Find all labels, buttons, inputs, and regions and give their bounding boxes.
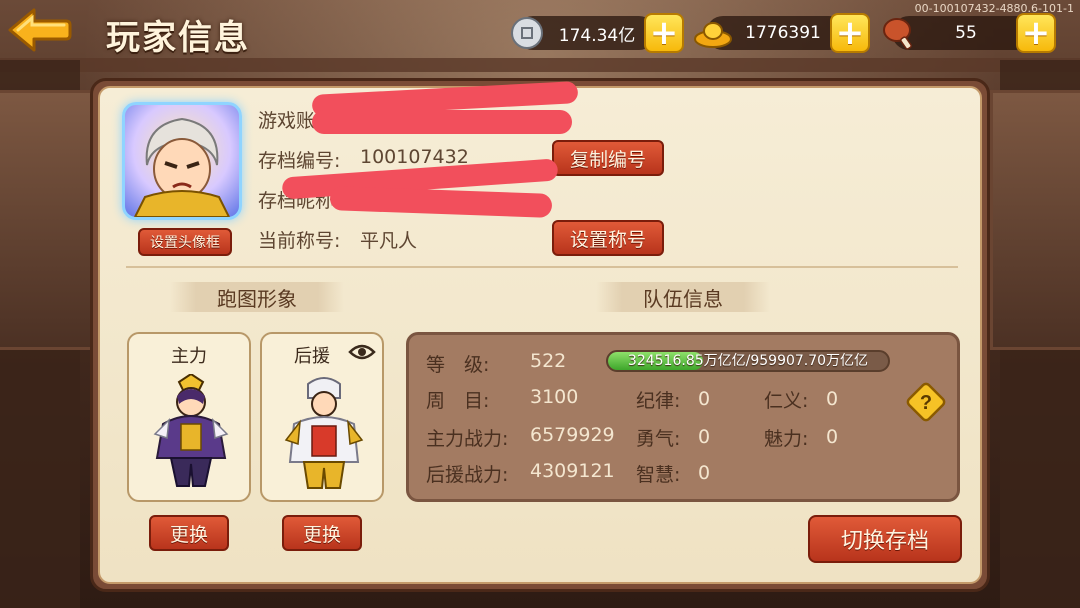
add-stamina-button[interactable]: +	[1016, 13, 1056, 53]
avatar-portrait	[133, 117, 231, 217]
switch-save-label: 切换存档	[840, 529, 929, 554]
plus-icon: +	[649, 13, 679, 53]
support-power-label: 后援战力:	[426, 464, 509, 486]
account-label: 游戏账	[258, 110, 316, 132]
support-character-card[interactable]: 后援	[260, 332, 384, 502]
stamina-value: 55	[955, 23, 977, 43]
section-divider	[126, 266, 958, 268]
exp-progress-bar: 324516.85万亿亿/959907.70万亿亿	[606, 350, 890, 372]
silver-coin-icon	[506, 12, 548, 54]
level-label: 等 级:	[426, 354, 490, 376]
redaction-mark	[312, 110, 572, 134]
main-power-value: 6579929	[530, 424, 615, 446]
charm-value: 0	[826, 426, 839, 448]
page-title: 玩家信息	[106, 18, 250, 58]
copy-id-label: 复制编号	[569, 148, 646, 171]
plus-icon: +	[835, 13, 865, 53]
courage-value: 0	[698, 426, 711, 448]
charm-label: 魅力:	[764, 428, 809, 450]
gold-value: 1776391	[745, 23, 821, 43]
appearance-section-text: 跑图形象	[217, 286, 297, 311]
back-arrow-icon	[8, 8, 72, 52]
change-support-label: 更换	[302, 523, 341, 546]
main-character-sprite	[153, 374, 229, 487]
title-value: 平凡人	[360, 230, 418, 252]
team-section-text: 队伍信息	[643, 286, 723, 311]
gold-ingot-icon	[692, 12, 734, 54]
main-character-card[interactable]: 主力	[127, 332, 251, 502]
change-main-button[interactable]: 更换	[149, 515, 229, 551]
change-main-label: 更换	[169, 523, 208, 546]
title-label: 当前称号:	[258, 230, 341, 252]
wisdom-value: 0	[698, 462, 711, 484]
set-avatar-frame-button[interactable]: 设置头像框	[138, 228, 232, 256]
switch-save-button[interactable]: 切换存档	[808, 515, 962, 563]
set-avatar-frame-label: 设置头像框	[150, 235, 220, 251]
courage-label: 勇气:	[636, 428, 681, 450]
svg-text:?: ?	[920, 392, 932, 414]
set-title-label: 设置称号	[569, 228, 646, 251]
back-button[interactable]	[6, 6, 72, 54]
player-avatar[interactable]	[122, 102, 242, 220]
eye-icon[interactable]	[348, 342, 376, 362]
add-silver-button[interactable]: +	[644, 13, 684, 53]
save-id-label: 存档编号:	[258, 150, 341, 172]
add-gold-button[interactable]: +	[830, 13, 870, 53]
level-value: 522	[530, 350, 567, 372]
meat-drumstick-icon	[878, 12, 920, 54]
top-bar: 玩家信息 00-100107432-4880.6-101-1 174.34亿 +…	[0, 0, 1080, 70]
benevolence-value: 0	[826, 388, 839, 410]
silver-value: 174.34亿	[558, 25, 636, 46]
set-title-button[interactable]: 设置称号	[552, 220, 664, 256]
exp-progress-text: 324516.85万亿亿/959907.70万亿亿	[627, 353, 869, 369]
help-question-icon[interactable]: ?	[904, 380, 948, 424]
cycle-value: 3100	[530, 386, 579, 408]
main-power-label: 主力战力:	[426, 428, 509, 450]
cycle-label: 周 目:	[426, 390, 490, 412]
copy-id-button[interactable]: 复制编号	[552, 140, 664, 176]
plus-icon: +	[1021, 13, 1051, 53]
change-support-button[interactable]: 更换	[282, 515, 362, 551]
team-section-label: 队伍信息	[596, 282, 770, 312]
main-character-label: 主力	[171, 346, 207, 367]
discipline-value: 0	[698, 388, 711, 410]
appearance-section-label: 跑图形象	[170, 282, 344, 312]
benevolence-label: 仁义:	[764, 390, 809, 412]
discipline-label: 纪律:	[636, 390, 681, 412]
support-power-value: 4309121	[530, 460, 615, 482]
support-character-sprite	[284, 377, 364, 489]
wisdom-label: 智慧:	[636, 464, 681, 486]
